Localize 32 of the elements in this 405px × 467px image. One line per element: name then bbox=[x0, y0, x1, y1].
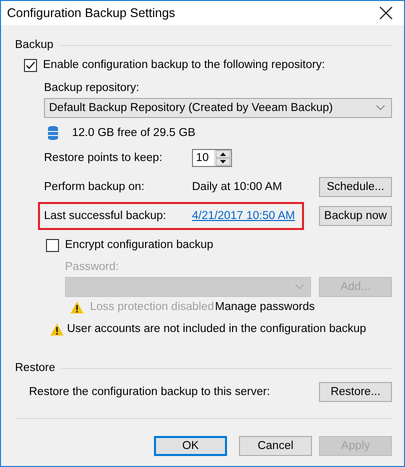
restore-points-spinner[interactable]: 10 bbox=[192, 149, 232, 167]
group-label: Backup bbox=[15, 39, 54, 51]
manage-passwords-link[interactable]: Manage passwords bbox=[215, 301, 315, 313]
backup-now-button[interactable]: Backup now bbox=[319, 206, 392, 226]
restore-button[interactable]: Restore... bbox=[319, 382, 392, 402]
warning-icon bbox=[50, 322, 64, 336]
caret-icon bbox=[376, 105, 385, 111]
schedule-value: Daily at 10:00 AM bbox=[192, 181, 282, 193]
status-text: Loss protection disabled bbox=[90, 301, 215, 313]
warning-icon bbox=[70, 300, 84, 314]
dialog-button[interactable]: OK bbox=[154, 436, 227, 456]
caret-icon bbox=[295, 284, 304, 290]
repository-dropdown[interactable]: Default Backup Repository (Created by Veeam Backup) bbox=[44, 98, 392, 118]
field-label: Perform backup on: bbox=[44, 181, 146, 193]
group-label: Restore bbox=[15, 362, 56, 374]
close-icon[interactable] bbox=[379, 6, 393, 20]
database-icon bbox=[48, 126, 58, 140]
dialog-button[interactable]: Cancel bbox=[239, 436, 312, 456]
checkbox[interactable] bbox=[46, 238, 59, 252]
warning-text: User accounts are not included in the configuration backup bbox=[67, 323, 366, 335]
field-label: Restore points to keep: bbox=[44, 152, 164, 164]
field-label: Last successful backup: bbox=[44, 210, 168, 222]
last-backup-link[interactable]: 4/21/2017 10:50 AM bbox=[192, 210, 295, 222]
checkbox-label: Enable configuration backup to the following repository: bbox=[43, 59, 325, 71]
restore-text: Restore the configuration backup to this server: bbox=[29, 386, 270, 398]
window-title: Configuration Backup Settings bbox=[7, 6, 176, 20]
checkbox-label: Encrypt configuration backup bbox=[65, 239, 214, 251]
checkbox[interactable] bbox=[24, 58, 37, 72]
storage-info: 12.0 GB free of 29.5 GB bbox=[72, 127, 196, 139]
schedule-button[interactable]: Schedule... bbox=[319, 177, 392, 197]
field-label: Backup repository: bbox=[44, 82, 140, 94]
field-label: Password: bbox=[65, 261, 119, 273]
